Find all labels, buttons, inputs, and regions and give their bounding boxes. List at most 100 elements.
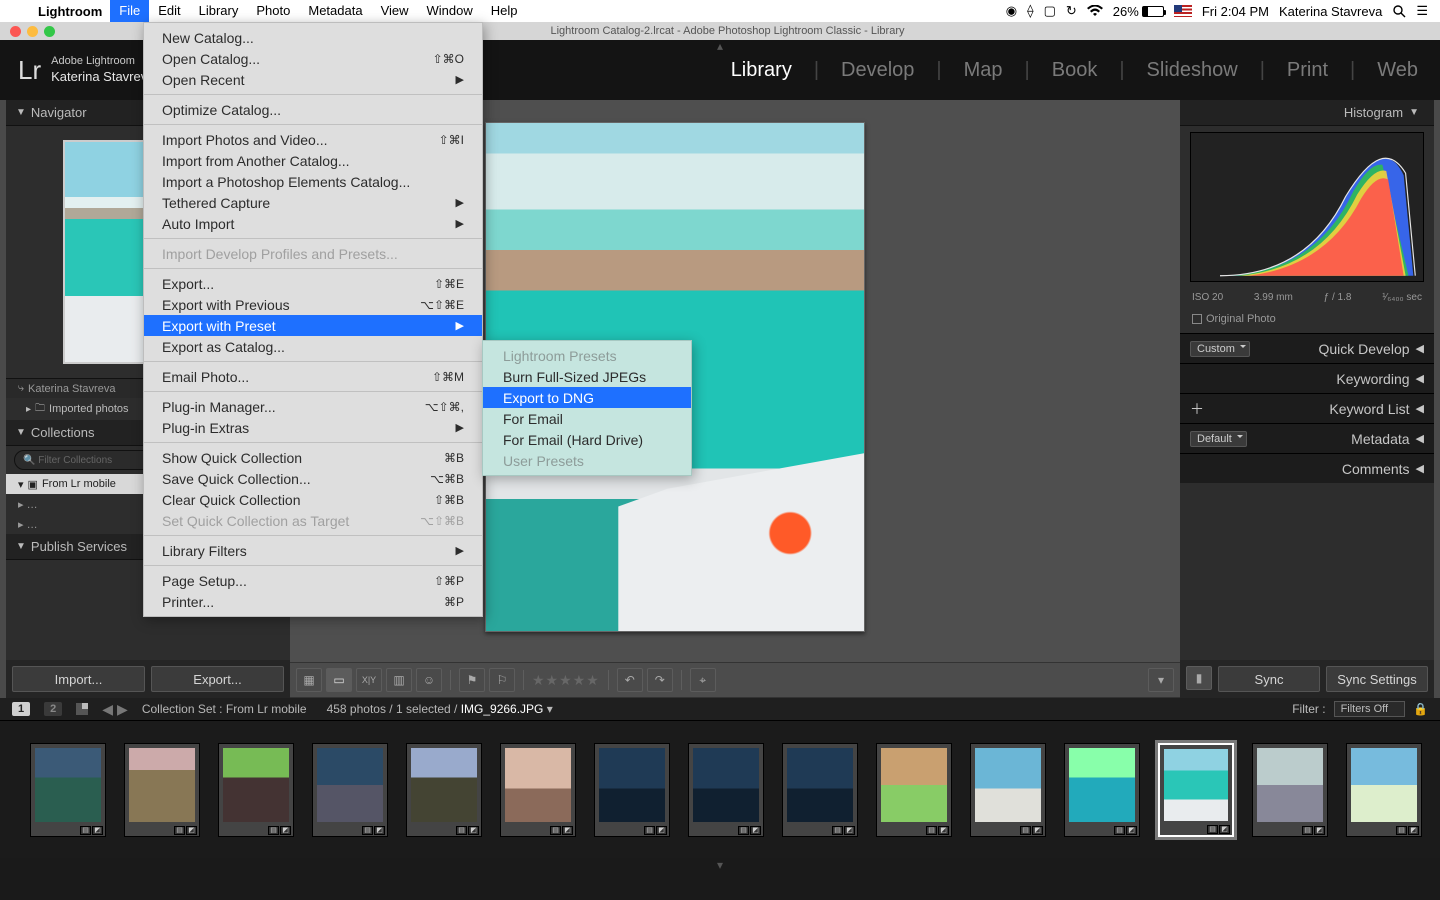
- file-menu-item[interactable]: Open Catalog...⇧⌘O: [144, 48, 482, 69]
- time-machine-icon[interactable]: ↻: [1066, 3, 1077, 19]
- file-menu-item[interactable]: Open Recent▶: [144, 69, 482, 90]
- spotlight-icon[interactable]: [1392, 4, 1406, 18]
- file-menu-item[interactable]: Email Photo...⇧⌘M: [144, 366, 482, 387]
- file-menu-item[interactable]: Printer...⌘P: [144, 591, 482, 612]
- dropbox-icon[interactable]: ⟠: [1027, 3, 1033, 19]
- sync-settings-button[interactable]: Sync Settings: [1326, 666, 1428, 692]
- submenu-item[interactable]: For Email (Hard Drive): [483, 429, 691, 450]
- wifi-icon[interactable]: [1087, 5, 1103, 17]
- file-menu-item[interactable]: Import from Another Catalog...: [144, 150, 482, 171]
- loupe-view-button[interactable]: ▭: [326, 668, 352, 692]
- grid-source-icon[interactable]: [76, 703, 88, 715]
- file-menu-item[interactable]: Page Setup...⇧⌘P: [144, 570, 482, 591]
- quick-develop-preset-select[interactable]: Custom: [1190, 341, 1250, 357]
- menu-view[interactable]: View: [372, 0, 418, 22]
- face-tagging-button[interactable]: ⌖: [690, 668, 716, 692]
- app-menu[interactable]: Lightroom: [30, 4, 110, 19]
- keywording-header[interactable]: Keywording ◀: [1180, 363, 1434, 393]
- people-view-button[interactable]: ☺: [416, 668, 442, 692]
- rotate-cw-button[interactable]: ↷: [647, 668, 673, 692]
- filmstrip-thumbnail[interactable]: ▤◩: [782, 743, 858, 837]
- file-menu-item[interactable]: Export with Preset▶: [144, 315, 482, 336]
- filmstrip[interactable]: ▤◩▤◩▤◩▤◩▤◩▤◩▤◩▤◩▤◩▤◩▤◩▤◩▤◩▤◩▤◩: [0, 720, 1440, 858]
- import-button[interactable]: Import...: [12, 666, 145, 692]
- menu-metadata[interactable]: Metadata: [299, 0, 371, 22]
- file-menu-item[interactable]: Save Quick Collection...⌥⌘B: [144, 468, 482, 489]
- file-menu-item[interactable]: Export with Previous⌥⇧⌘E: [144, 294, 482, 315]
- input-source-flag-icon[interactable]: [1174, 5, 1192, 17]
- menu-photo[interactable]: Photo: [247, 0, 299, 22]
- nav-forward-icon[interactable]: ▶: [117, 701, 128, 718]
- menu-window[interactable]: Window: [418, 0, 482, 22]
- original-photo-checkbox[interactable]: Original Photo: [1180, 311, 1434, 333]
- flag-reject-button[interactable]: ⚐: [489, 668, 515, 692]
- file-menu-item[interactable]: Export as Catalog...: [144, 336, 482, 357]
- toolbar-menu-chevron-icon[interactable]: ▾: [1148, 668, 1174, 692]
- secondary-display-badge[interactable]: 2: [44, 702, 62, 716]
- submenu-item[interactable]: Export to DNG: [483, 387, 691, 408]
- file-menu-item[interactable]: Import Photos and Video...⇧⌘I: [144, 129, 482, 150]
- filter-select[interactable]: Filters Off: [1334, 701, 1405, 717]
- file-menu-item[interactable]: Show Quick Collection⌘B: [144, 447, 482, 468]
- chevron-down-icon[interactable]: ▾: [547, 702, 553, 716]
- submenu-item[interactable]: Burn Full-Sized JPEGs: [483, 366, 691, 387]
- sync-button[interactable]: Sync: [1218, 666, 1320, 692]
- file-menu-item[interactable]: Optimize Catalog...: [144, 99, 482, 120]
- clock[interactable]: Fri 2:04 PM: [1202, 4, 1269, 19]
- filmstrip-thumbnail[interactable]: ▤◩: [1252, 743, 1328, 837]
- primary-display-badge[interactable]: 1: [12, 702, 30, 716]
- file-menu-item[interactable]: Clear Quick Collection⇧⌘B: [144, 489, 482, 510]
- rotate-ccw-button[interactable]: ↶: [617, 668, 643, 692]
- filmstrip-thumbnail[interactable]: ▤◩: [1064, 743, 1140, 837]
- metadata-header[interactable]: Default Metadata ◀: [1180, 423, 1434, 453]
- file-menu-item[interactable]: Library Filters▶: [144, 540, 482, 561]
- battery-status[interactable]: 26%: [1113, 4, 1164, 19]
- zoom-window-icon[interactable]: [44, 26, 55, 37]
- export-button[interactable]: Export...: [151, 666, 284, 692]
- notification-center-icon[interactable]: ☰: [1416, 3, 1428, 19]
- module-map[interactable]: Map: [964, 59, 1003, 82]
- module-book[interactable]: Book: [1052, 59, 1098, 82]
- menu-file[interactable]: File: [110, 0, 149, 22]
- right-edge-handle[interactable]: [1434, 100, 1440, 698]
- rating-stars[interactable]: ★★★★★: [532, 672, 600, 689]
- filmstrip-thumbnail[interactable]: ▤◩: [500, 743, 576, 837]
- histogram-header[interactable]: Histogram ▼: [1180, 100, 1434, 126]
- file-menu-item[interactable]: New Catalog...: [144, 27, 482, 48]
- keyword-list-header[interactable]: ＋ Keyword List ◀: [1180, 393, 1434, 423]
- filmstrip-thumbnail[interactable]: ▤◩: [30, 743, 106, 837]
- close-window-icon[interactable]: [10, 26, 21, 37]
- module-develop[interactable]: Develop: [841, 59, 914, 82]
- minimize-window-icon[interactable]: [27, 26, 38, 37]
- bottom-panel-toggle-icon[interactable]: ▾: [0, 858, 1440, 868]
- filmstrip-thumbnail[interactable]: ▤◩: [406, 743, 482, 837]
- top-panel-toggle-icon[interactable]: ▴: [717, 39, 723, 53]
- filmstrip-thumbnail[interactable]: ▤◩: [688, 743, 764, 837]
- module-print[interactable]: Print: [1287, 59, 1328, 82]
- filmstrip-thumbnail[interactable]: ▤◩: [876, 743, 952, 837]
- metadata-preset-select[interactable]: Default: [1190, 431, 1247, 447]
- grid-view-button[interactable]: ▦: [296, 668, 322, 692]
- filmstrip-thumbnail[interactable]: ▤◩: [594, 743, 670, 837]
- file-menu-item[interactable]: Plug-in Manager...⌥⇧⌘,: [144, 396, 482, 417]
- filmstrip-thumbnail[interactable]: ▤◩: [312, 743, 388, 837]
- sync-toggle-icon[interactable]: ▮: [1186, 666, 1212, 690]
- comments-header[interactable]: Comments ◀: [1180, 453, 1434, 483]
- quick-develop-header[interactable]: Custom Quick Develop ◀: [1180, 333, 1434, 363]
- creative-cloud-icon[interactable]: ◉: [1006, 3, 1017, 19]
- nav-back-icon[interactable]: ◀: [102, 701, 113, 718]
- file-menu-item[interactable]: Plug-in Extras▶: [144, 417, 482, 438]
- menu-edit[interactable]: Edit: [149, 0, 189, 22]
- file-menu-item[interactable]: Auto Import▶: [144, 213, 482, 234]
- module-slideshow[interactable]: Slideshow: [1147, 59, 1238, 82]
- flag-pick-button[interactable]: ⚑: [459, 668, 485, 692]
- breadcrumb[interactable]: Collection Set : From Lr mobile 458 phot…: [142, 702, 553, 716]
- filmstrip-thumbnail[interactable]: ▤◩: [218, 743, 294, 837]
- compare-view-button[interactable]: X|Y: [356, 668, 382, 692]
- file-menu-item[interactable]: Tethered Capture▶: [144, 192, 482, 213]
- user-name[interactable]: Katerina Stavreva: [1279, 4, 1382, 19]
- submenu-item[interactable]: For Email: [483, 408, 691, 429]
- filmstrip-thumbnail[interactable]: ▤◩: [1346, 743, 1422, 837]
- menu-help[interactable]: Help: [482, 0, 527, 22]
- filter-lock-icon[interactable]: 🔒: [1413, 702, 1428, 716]
